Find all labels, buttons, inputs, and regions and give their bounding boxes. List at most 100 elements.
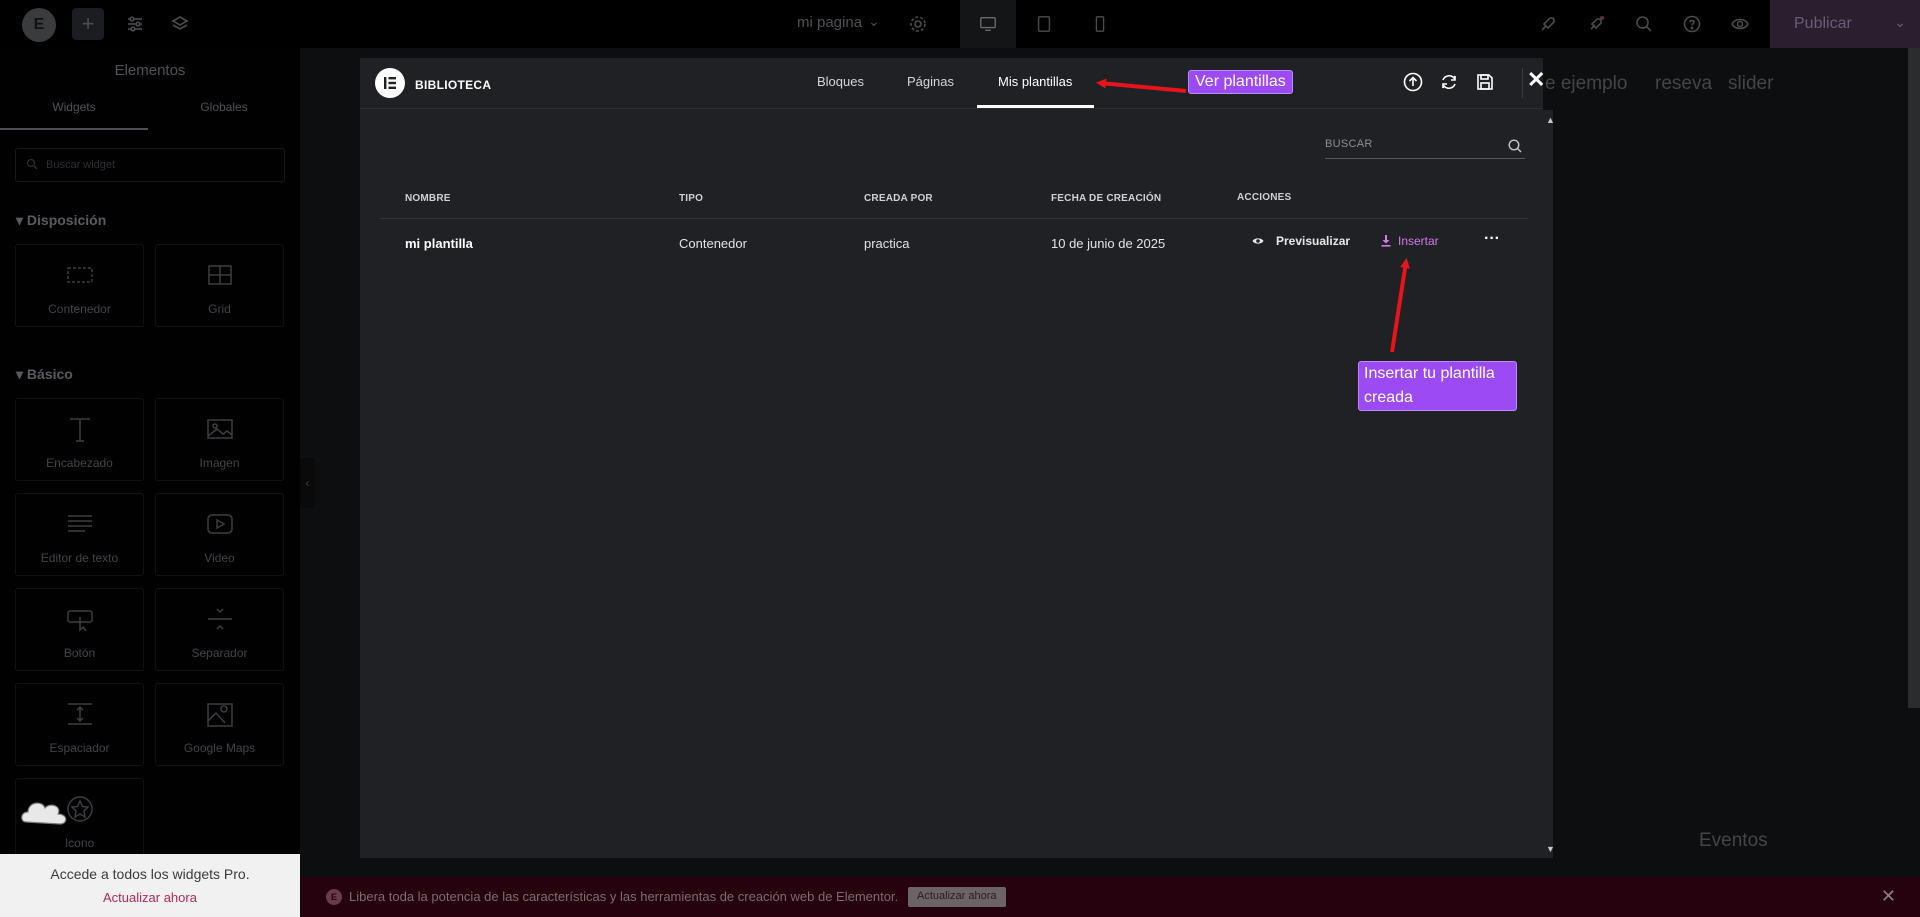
settings-sliders-icon[interactable]	[121, 10, 149, 38]
collapse-panel-button[interactable]: ‹	[300, 458, 315, 508]
annotation-insertar: Insertar tu plantilla creada	[1358, 361, 1517, 411]
modal-header: BIBLIOTECA Bloques Páginas Mis plantilla…	[360, 58, 1545, 109]
widget-label: Espaciador	[49, 741, 110, 755]
close-icon[interactable]: ✕	[1527, 67, 1545, 93]
download-icon	[1381, 235, 1391, 247]
preview-button[interactable]: Previsualizar	[1252, 234, 1350, 248]
banner-upgrade-button[interactable]: Actualizar ahora	[908, 887, 1006, 907]
tab-mis-plantillas[interactable]: Mis plantillas	[998, 74, 1072, 89]
search-icon[interactable]	[1630, 10, 1658, 38]
library-modal: BIBLIOTECA Bloques Páginas Mis plantilla…	[360, 58, 1555, 858]
gear-icon[interactable]	[904, 10, 932, 38]
button-icon	[66, 610, 93, 632]
canvas-scrollbar[interactable]	[1908, 48, 1920, 708]
tablet-view-button[interactable]	[1016, 0, 1072, 48]
widget-separador[interactable]: Separador	[155, 588, 284, 671]
column-header-tipo[interactable]: TIPO	[679, 193, 703, 204]
elementor-e-glyph	[384, 77, 396, 89]
banner-text: Libera toda la potencia de las caracterí…	[349, 889, 899, 904]
canvas-nav-item: reseva	[1655, 73, 1713, 94]
desktop-view-button[interactable]	[960, 0, 1016, 48]
widget-search-placeholder: Buscar widget	[46, 159, 116, 171]
template-name: mi plantilla	[405, 236, 473, 251]
chevron-down-icon[interactable]: ⌄	[1894, 14, 1906, 31]
widget-label: Google Maps	[183, 741, 256, 755]
column-header-fecha[interactable]: FECHA DE CREACIÓN	[1051, 193, 1161, 204]
widget-editor-texto[interactable]: Editor de texto	[15, 493, 144, 576]
layers-icon[interactable]	[166, 10, 194, 38]
add-element-button[interactable]: +	[72, 8, 104, 40]
plus-icon: +	[81, 11, 95, 36]
preview-label: Previsualizar	[1276, 234, 1351, 248]
widget-label: Video	[204, 551, 235, 565]
library-search-input[interactable]: BUSCAR	[1325, 135, 1525, 159]
canvas-nav-item: e ejemplo	[1545, 73, 1628, 94]
upgrade-link[interactable]: Actualizar ahora	[0, 890, 300, 905]
widget-boton[interactable]: Botón	[15, 588, 144, 671]
widget-encabezado[interactable]: Encabezado	[15, 398, 144, 481]
promo-text: Accede a todos los widgets Pro.	[50, 866, 250, 882]
top-bar: E + mi pagina ⌄ Publicar ⌄	[0, 0, 1920, 48]
preview-eye-icon[interactable]	[1726, 10, 1754, 38]
search-icon	[26, 158, 38, 170]
text-editor-icon	[67, 515, 92, 532]
tab-bloques[interactable]: Bloques	[817, 74, 864, 89]
widget-label: Editor de texto	[40, 551, 119, 565]
table-header-divider	[380, 218, 1528, 219]
column-header-creada-por[interactable]: CREADA POR	[864, 193, 933, 204]
category-label: Disposición	[26, 212, 107, 228]
widget-label: Botón	[63, 646, 96, 660]
canvas-footer-text: Eventos	[1699, 830, 1768, 851]
widget-grid[interactable]: Grid	[155, 244, 284, 327]
panel-title: Elementos	[114, 62, 186, 79]
category-basico[interactable]: ▾ Básico	[16, 366, 73, 383]
image-icon	[206, 419, 233, 439]
heading-icon	[69, 418, 90, 442]
widget-video[interactable]: Video	[155, 493, 284, 576]
column-header-acciones: ACCIONES	[1237, 192, 1292, 203]
widget-google-maps[interactable]: Google Maps	[155, 683, 284, 766]
tab-paginas[interactable]: Páginas	[907, 74, 954, 89]
active-tab-indicator	[977, 105, 1094, 108]
tab-widgets[interactable]: Widgets	[0, 100, 148, 130]
chevron-down-icon[interactable]: ⌄	[868, 13, 880, 30]
pro-promo: Accede a todos los widgets Pro. Actualiz…	[0, 854, 300, 917]
scroll-up-icon[interactable]: ▲	[1546, 115, 1555, 125]
import-upload-icon[interactable]	[1402, 71, 1424, 93]
modal-scrollbar[interactable]	[1543, 110, 1553, 858]
close-icon[interactable]: ✕	[1881, 886, 1896, 907]
column-header-nombre[interactable]: NOMBRE	[405, 193, 451, 204]
help-icon[interactable]	[1678, 10, 1706, 38]
widget-contenedor[interactable]: Contenedor	[15, 244, 144, 327]
spacer-icon	[67, 703, 92, 725]
rocket-icon[interactable]	[1534, 10, 1562, 38]
elements-panel: Elementos Widgets Globales Buscar widget…	[0, 48, 300, 917]
category-disposicion[interactable]: ▾ Disposición	[16, 212, 106, 229]
widget-label: Grid	[208, 302, 231, 316]
scroll-down-icon[interactable]: ▼	[1546, 844, 1555, 854]
widget-label: Contenedor	[48, 302, 111, 316]
elementor-logo-icon	[375, 68, 405, 98]
tablet-icon	[1037, 16, 1051, 32]
publish-button[interactable]: Publicar ⌄	[1770, 0, 1920, 48]
elementor-logo-icon: E	[326, 889, 342, 905]
mobile-view-button[interactable]	[1072, 0, 1128, 48]
template-date: 10 de junio de 2025	[1051, 236, 1166, 251]
more-options-button[interactable]: ···	[1484, 230, 1500, 248]
widget-label: Encabezado	[46, 456, 113, 470]
chevron-left-icon: ‹	[305, 476, 310, 490]
elementor-logo[interactable]: E	[22, 8, 56, 42]
widget-espaciador[interactable]: Espaciador	[15, 683, 144, 766]
notifications-icon[interactable]	[1582, 10, 1610, 38]
widget-search-input[interactable]: Buscar widget	[15, 148, 285, 182]
search-icon	[1508, 139, 1522, 153]
grid-icon	[207, 265, 232, 285]
tab-globales[interactable]: Globales	[150, 100, 298, 114]
insert-button[interactable]: Insertar	[1381, 234, 1439, 248]
widget-imagen[interactable]: Imagen	[155, 398, 284, 481]
page-title[interactable]: mi pagina	[797, 14, 862, 31]
upgrade-banner: E Libera toda la potencia de las caracte…	[300, 877, 1920, 917]
template-author: practica	[864, 236, 910, 251]
sync-refresh-icon[interactable]	[1438, 71, 1460, 93]
save-icon[interactable]	[1474, 71, 1496, 93]
